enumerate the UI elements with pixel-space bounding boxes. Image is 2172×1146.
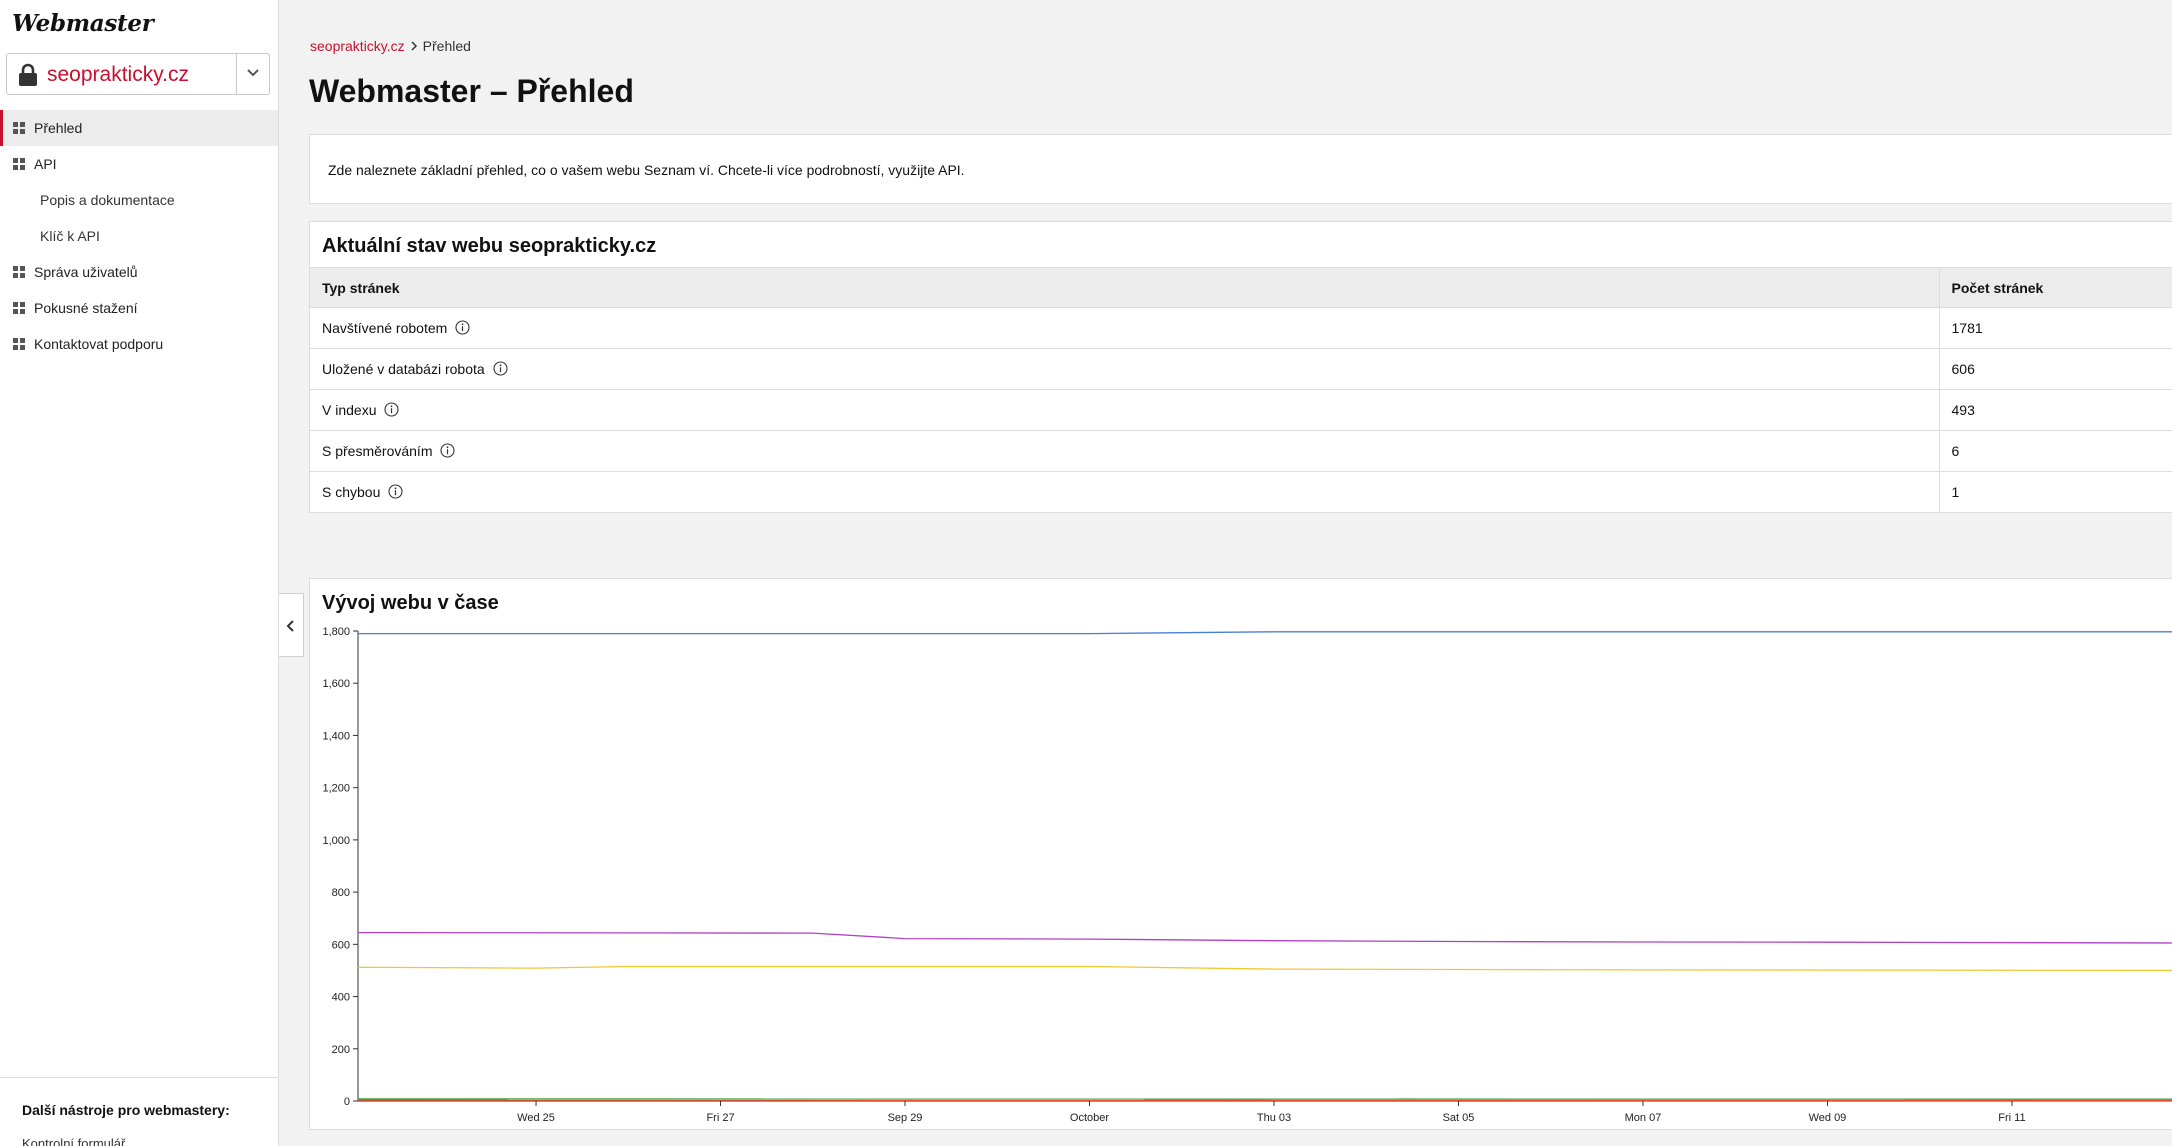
info-box: Zde naleznete základní přehled, co o vaš… (309, 134, 2172, 204)
y-tick-label: 200 (332, 1044, 350, 1056)
sidebar-item-label: Kontaktovat podporu (34, 336, 164, 352)
column-header-count: Počet stránek (1939, 267, 2172, 308)
row-count-cell: 6 (1939, 430, 2172, 472)
sidebar-item-support[interactable]: Kontaktovat podporu (0, 326, 278, 362)
sidebar-item-label: Popis a dokumentace (40, 192, 175, 208)
sidebar-item-users[interactable]: Správa uživatelů (0, 254, 278, 290)
sidebar-item-api[interactable]: API (0, 146, 278, 182)
page-title: Webmaster – Přehled (309, 73, 634, 109)
row-count-cell: 493 (1939, 389, 2172, 431)
sidebar-item-api-docs[interactable]: Popis a dokumentace (0, 182, 278, 218)
x-tick-label: Wed 25 (517, 1112, 555, 1124)
info-text: Zde naleznete základní přehled, co o vaš… (328, 162, 965, 178)
row-type-label: V indexu (322, 402, 377, 418)
y-tick-label: 1,600 (322, 678, 350, 690)
lock-icon (19, 63, 37, 86)
row-type-cell: S chybou (310, 471, 1940, 513)
status-card-title: Aktuální stav webu seoprakticky.cz (322, 235, 657, 257)
x-tick-label: Sep 29 (888, 1112, 923, 1124)
sidebar-item-label: Správa uživatelů (34, 264, 138, 280)
sidebar-item-label: API (34, 156, 57, 172)
row-type-cell: Uložené v databázi robota (310, 348, 1940, 390)
row-count-cell: 1 (1939, 471, 2172, 513)
status-table: Typ stránek Počet stránek Navštívené rob… (310, 267, 2172, 513)
row-type-label: S chybou (322, 484, 381, 500)
table-row: V indexu 493 (310, 389, 2172, 431)
x-tick-label: Wed 09 (1809, 1112, 1847, 1124)
info-icon[interactable] (455, 320, 470, 335)
collapse-sidebar-button[interactable] (279, 593, 304, 657)
table-row: S chybou 1 (310, 471, 2172, 513)
table-header-row: Typ stránek Počet stránek (310, 267, 2172, 308)
y-tick-label: 0 (344, 1096, 350, 1108)
x-tick-label: Fri 27 (706, 1112, 734, 1124)
series-line-2 (357, 965, 2172, 972)
y-tick-label: 1,200 (322, 783, 350, 795)
grid-icon (13, 338, 25, 350)
row-type-cell: Navštívené robotem (310, 307, 1940, 349)
info-icon[interactable] (384, 402, 400, 417)
grid-icon (13, 266, 25, 278)
y-tick-label: 1,800 (322, 626, 350, 638)
chevron-left-icon (286, 620, 294, 632)
series-line-1 (357, 931, 2172, 944)
grid-icon (13, 302, 25, 314)
info-icon[interactable] (493, 361, 508, 376)
sidebar: Webmaster seoprakticky.cz Přehled API Po… (0, 0, 279, 1146)
table-row: Navštívené robotem 1781 (310, 307, 2172, 349)
site-name: seoprakticky.cz (47, 63, 189, 86)
y-tick-label: 800 (332, 887, 350, 899)
sidebar-item-label: Přehled (34, 120, 83, 136)
breadcrumb: seoprakticky.cz Přehled (310, 38, 471, 54)
sidebar-item-label: Klíč k API (40, 228, 100, 244)
footer-link-control-form[interactable]: Kontrolní formulář (22, 1136, 125, 1146)
chevron-right-icon (411, 41, 417, 51)
y-tick-label: 1,400 (322, 730, 350, 742)
info-icon[interactable] (440, 443, 456, 458)
breadcrumb-current: Přehled (422, 38, 471, 54)
x-tick-label: Thu 03 (1257, 1112, 1291, 1124)
chevron-down-icon (247, 69, 259, 77)
chart-title: Vývoj webu v čase (322, 592, 499, 614)
row-count-cell: 1781 (1939, 307, 2172, 349)
row-type-cell: V indexu (310, 389, 1940, 431)
table-row: S přesměrováním 6 (310, 430, 2172, 472)
y-tick-label: 1,000 (322, 835, 350, 847)
status-card: Aktuální stav webu seoprakticky.cz Typ s… (309, 221, 2172, 513)
x-tick-label: Sat 05 (1443, 1112, 1475, 1124)
sidebar-item-api-key[interactable]: Klíč k API (0, 218, 278, 254)
row-type-label: S přesměrováním (322, 443, 433, 459)
breadcrumb-link-site[interactable]: seoprakticky.cz (310, 38, 405, 54)
y-tick-label: 600 (332, 939, 350, 951)
series-line-0 (358, 631, 2172, 635)
site-dropdown-toggle[interactable] (236, 54, 269, 94)
x-tick-label: October (1070, 1112, 1109, 1124)
grid-icon (13, 122, 25, 134)
column-header-type: Typ stránek (310, 267, 1940, 308)
x-tick-label: Fri 11 (1998, 1112, 2025, 1124)
row-type-label: Uložené v databázi robota (322, 361, 485, 377)
sidebar-item-test-download[interactable]: Pokusné stažení (0, 290, 278, 326)
site-select[interactable]: seoprakticky.cz (6, 53, 270, 95)
row-type-cell: S přesměrováním (310, 430, 1940, 472)
sidebar-footer: Další nástroje pro webmastery: Kontrolní… (0, 1077, 278, 1146)
info-icon[interactable] (388, 484, 403, 499)
app-logo[interactable]: Webmaster (12, 10, 154, 37)
chart-card: Vývoj webu v čase 0 200 400 600 800 1,000 1,20… (309, 578, 2172, 1130)
sidebar-nav: Přehled API Popis a dokumentace Klíč k A… (0, 110, 278, 362)
table-row: Uložené v databázi robota 606 (310, 348, 2172, 390)
x-tick-label: Mon 07 (1625, 1112, 1662, 1124)
row-count-cell: 606 (1939, 348, 2172, 390)
y-tick-label: 400 (332, 992, 350, 1004)
footer-title: Další nástroje pro webmastery: (22, 1102, 230, 1118)
sidebar-item-prehled[interactable]: Přehled (0, 110, 278, 146)
line-chart: 0 200 400 600 800 1,000 1,200 1,400 1,600 1,800 We… (322, 626, 2172, 1124)
sidebar-item-label: Pokusné stažení (34, 300, 138, 316)
row-type-label: Navštívené robotem (322, 320, 448, 336)
grid-icon (13, 158, 25, 170)
